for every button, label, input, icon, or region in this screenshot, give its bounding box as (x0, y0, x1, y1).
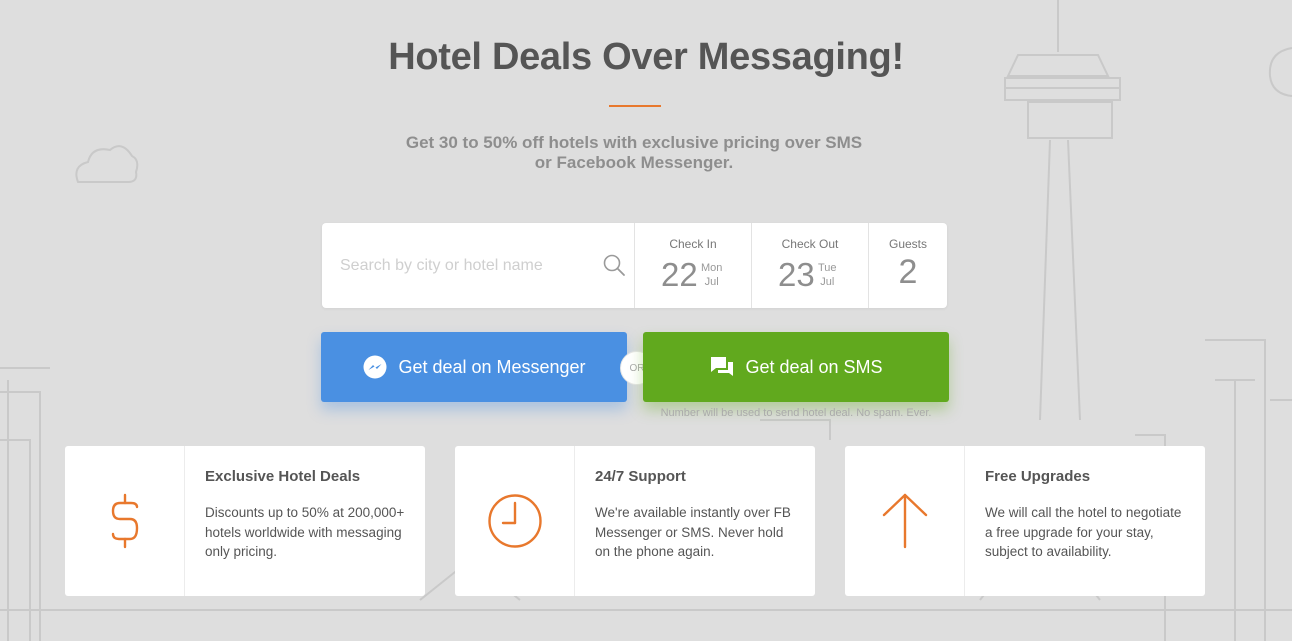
feature-card-upgrades: Free Upgrades We will call the hotel to … (845, 446, 1205, 596)
feature-title: Exclusive Hotel Deals (205, 468, 361, 485)
check-in-month: Jul (704, 276, 719, 288)
check-in-picker[interactable]: Check In 22 Mon Jul (635, 223, 752, 308)
check-out-meta: Tue Jul (818, 261, 837, 289)
search-input[interactable] (340, 251, 580, 281)
messenger-deal-button[interactable]: Get deal on Messenger (321, 332, 627, 402)
chat-icon (711, 357, 734, 376)
feature-description: We will call the hotel to negotiate a fr… (985, 505, 1182, 559)
search-bar: Check In 22 Mon Jul Check Out 23 Tue Jul… (322, 223, 947, 308)
clock-icon (487, 494, 542, 548)
check-out-picker[interactable]: Check Out 23 Tue Jul (752, 223, 869, 308)
messenger-deal-label: Get deal on Messenger (398, 356, 586, 377)
sms-deal-button[interactable]: Get deal on SMS (643, 332, 949, 402)
sms-disclaimer: Number will be used to send hotel deal. … (660, 407, 932, 419)
feature-card-support: 24/7 Support We're available instantly o… (455, 446, 815, 596)
search-field (322, 223, 635, 308)
title-divider (609, 105, 661, 107)
messenger-icon (363, 355, 387, 379)
feature-card-deals: Exclusive Hotel Deals Discounts up to 50… (65, 446, 425, 596)
feature-icon-container (845, 446, 965, 596)
feature-icon-container (65, 446, 185, 596)
sms-deal-label: Get deal on SMS (745, 356, 883, 377)
feature-title: 24/7 Support (595, 468, 686, 485)
feature-title: Free Upgrades (985, 468, 1091, 485)
feature-description: Discounts up to 50% at 200,000+ hotels w… (205, 505, 405, 559)
guests-picker[interactable]: Guests 2 (869, 223, 947, 308)
check-in-meta: Mon Jul (701, 261, 722, 289)
page-title: Hotel Deals Over Messaging! (388, 36, 904, 78)
check-out-day: 23 (778, 256, 815, 293)
feature-description: We're available instantly over FB Messen… (595, 505, 791, 559)
guests-count: 2 (898, 253, 918, 291)
arrow-up-icon (882, 493, 927, 549)
guests-label: Guests (888, 237, 927, 251)
page-subtitle: Get 30 to 50% off hotels with exclusive … (405, 133, 863, 172)
check-in-day: 22 (661, 256, 698, 293)
check-out-weekday: Tue (818, 262, 837, 274)
feature-icon-container (455, 446, 575, 596)
search-icon[interactable] (602, 253, 626, 277)
check-in-weekday: Mon (701, 262, 723, 274)
check-out-label: Check Out (781, 237, 839, 251)
check-in-label: Check In (669, 237, 717, 251)
dollar-icon (111, 493, 138, 549)
check-out-month: Jul (820, 276, 835, 288)
